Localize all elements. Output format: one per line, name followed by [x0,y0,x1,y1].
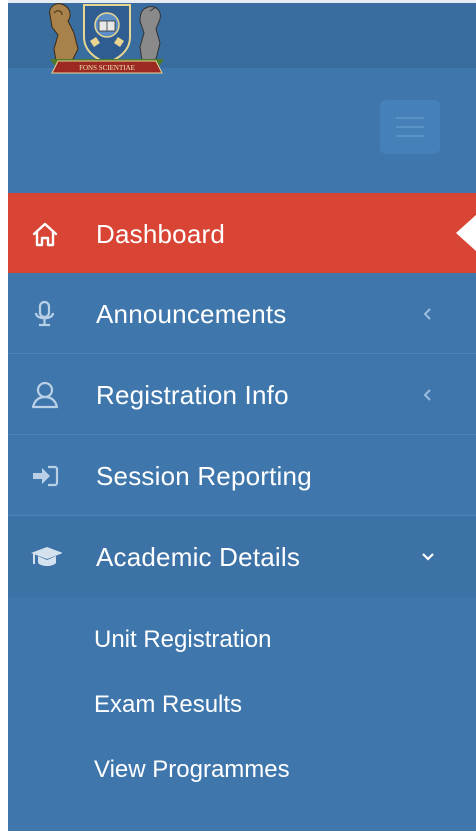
menu-item-label: Academic Details [96,542,301,572]
sidebar-header: FONS SCIENTIAE [8,0,476,74]
graduation-cap-icon [31,547,62,566]
submenu-item-label: Exam Results [94,691,243,718]
sidebar-menu: Dashboard Announcements Registration Inf… [8,193,476,802]
home-icon [32,222,58,247]
menu-item-announcements[interactable]: Announcements [8,273,476,354]
menu-toggle-button[interactable] [380,100,440,154]
sidebar: FONS SCIENTIAE Dashboard Announcements R… [8,0,476,831]
microphone-icon [34,300,55,327]
menu-item-registration-info[interactable]: Registration Info [8,354,476,435]
user-icon [31,381,59,409]
academic-details-submenu: Unit Registration Exam Results View Prog… [8,597,476,802]
menu-item-session-reporting[interactable]: Session Reporting [8,435,476,516]
chevron-down-icon [422,553,434,561]
submenu-item-label: Unit Registration [94,626,272,653]
sign-in-icon [33,465,59,487]
menu-item-label: Session Reporting [96,461,312,491]
active-indicator [456,215,476,251]
svg-text:FONS SCIENTIAE: FONS SCIENTIAE [79,64,135,72]
menu-item-label: Dashboard [96,219,225,249]
menu-item-label: Announcements [96,299,287,329]
submenu-item-exam-results[interactable]: Exam Results [8,672,476,737]
university-crest-logo: FONS SCIENTIAE [49,3,164,74]
submenu-item-unit-registration[interactable]: Unit Registration [8,607,476,672]
chevron-left-icon [423,308,431,320]
menu-item-dashboard[interactable]: Dashboard [8,193,476,273]
menu-item-academic-details[interactable]: Academic Details [8,516,476,597]
submenu-item-view-programmes[interactable]: View Programmes [8,737,476,802]
chevron-left-icon [423,389,431,401]
menu-item-label: Registration Info [96,380,289,410]
submenu-item-label: View Programmes [94,756,290,783]
